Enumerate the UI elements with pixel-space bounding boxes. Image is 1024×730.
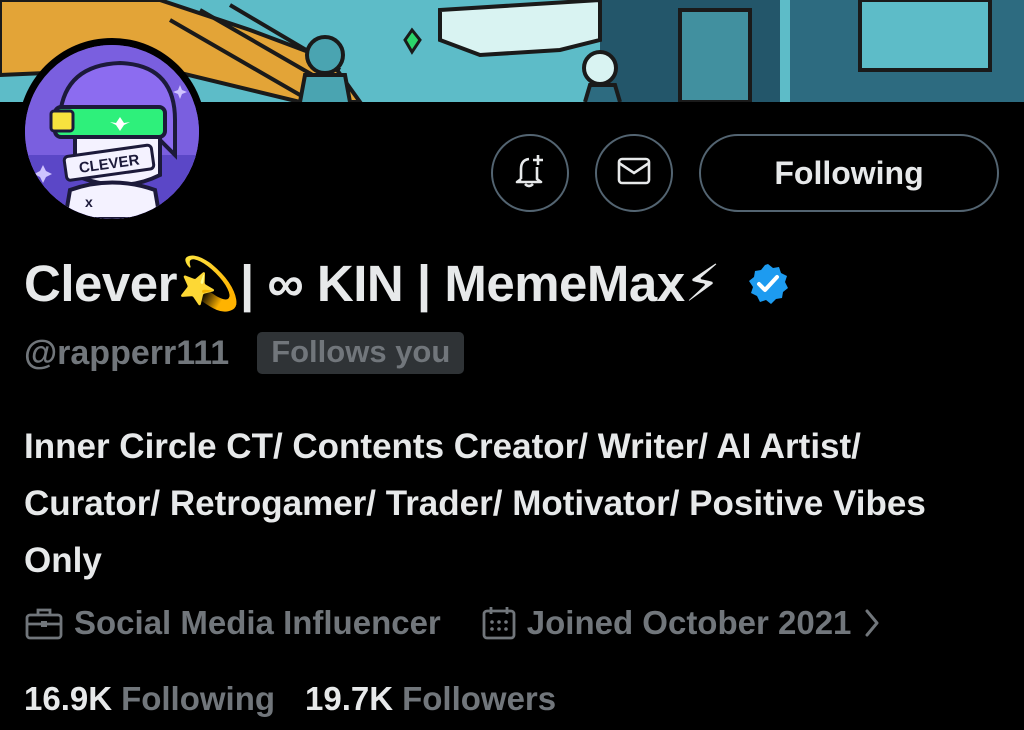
- avatar[interactable]: x CLEVER: [25, 45, 199, 219]
- handle-row: @rapperr111 Follows you: [24, 330, 465, 376]
- followers-count: 19.7K: [305, 680, 394, 717]
- calendar-icon: [481, 605, 517, 641]
- bell-plus-icon: [513, 153, 547, 194]
- chevron-right-icon[interactable]: [863, 607, 881, 639]
- profile-category: Social Media Influencer: [74, 604, 441, 641]
- followers-stat[interactable]: 19.7K Followers: [305, 680, 556, 718]
- following-button[interactable]: Following: [699, 134, 999, 212]
- envelope-icon: [617, 157, 651, 190]
- display-name-row: Clever💫| ∞ KIN | MemeMax⚡: [24, 252, 790, 316]
- following-stat-label: Following: [121, 680, 276, 717]
- following-button-label: Following: [774, 154, 924, 191]
- message-button[interactable]: [595, 134, 673, 212]
- follow-stats: 16.9K Following 19.7K Followers: [24, 676, 556, 722]
- briefcase-icon: [24, 605, 64, 641]
- notify-button[interactable]: [491, 134, 569, 212]
- display-name: Clever💫| ∞ KIN | MemeMax⚡: [24, 255, 720, 312]
- following-count: 16.9K: [24, 680, 113, 717]
- follows-you-badge: Follows you: [257, 332, 465, 374]
- verified-badge-icon[interactable]: [746, 262, 790, 306]
- bio: Inner Circle CT/ Contents Creator/ Write…: [24, 427, 926, 580]
- joined-date: Joined October 2021: [526, 604, 852, 641]
- following-stat[interactable]: 16.9K Following: [24, 680, 275, 718]
- followers-stat-label: Followers: [402, 680, 557, 717]
- profile-meta-row: Social Media Influencer Joined October 2…: [24, 598, 881, 648]
- svg-text:x: x: [85, 194, 93, 210]
- handle: @rapperr111: [24, 333, 230, 372]
